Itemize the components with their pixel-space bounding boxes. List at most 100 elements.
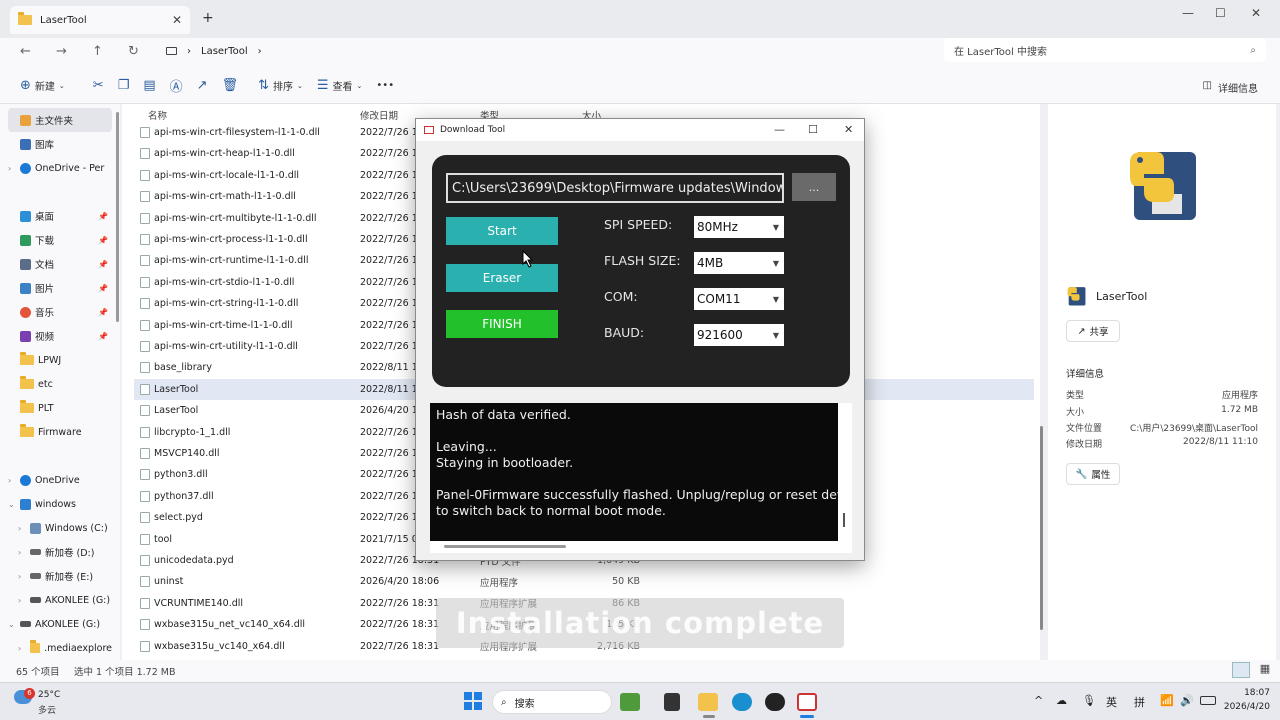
log-vertical-scrollbar[interactable] <box>838 403 852 553</box>
sidebar-item-drive-e[interactable]: › 新加卷 (E:) <box>8 564 112 588</box>
chevron-right-icon[interactable]: › <box>18 572 26 581</box>
sidebar-item-windows[interactable]: ⌄ windows <box>8 492 112 516</box>
spi-speed-select[interactable]: 80MHz ▼ <box>694 216 784 238</box>
breadcrumb-item[interactable]: LaserTool <box>201 46 248 57</box>
rename-button[interactable]: Ⓐ <box>170 76 183 95</box>
column-header-name[interactable]: 名称 <box>148 108 167 122</box>
firmware-path-input[interactable]: C:\Users\23699\Desktop\Firmware updates\… <box>446 173 784 203</box>
view-button[interactable]: ☰ 查看 ⌄ <box>317 78 363 93</box>
wifi-icon[interactable]: 📶 <box>1160 694 1174 707</box>
chevron-down-icon[interactable]: ⌄ <box>8 620 16 629</box>
browse-button[interactable]: ... <box>792 173 836 201</box>
new-button[interactable]: ⊕ 新建 ⌄ <box>20 78 65 93</box>
sidebar-item-documents[interactable]: 文档 📌 <box>8 252 112 276</box>
cloud-tray-icon[interactable]: ☁ <box>1056 694 1067 707</box>
chevron-right-icon[interactable]: › <box>18 644 26 653</box>
table-row[interactable]: uninst 2026/4/20 18:06 应用程序 50 KB <box>134 571 1034 592</box>
download-tool-taskbar-icon[interactable] <box>797 693 817 711</box>
chevron-down-icon[interactable]: ⌄ <box>8 500 16 509</box>
ime-mode[interactable]: 拼 <box>1134 694 1145 710</box>
speaker-icon[interactable]: 🔊 <box>1180 694 1194 707</box>
breadcrumb-separator-icon: › <box>257 45 262 57</box>
properties-button[interactable]: 🔧 属性 <box>1066 463 1120 485</box>
file-list-scrollbar[interactable] <box>1040 426 1043 630</box>
clock-time[interactable]: 18:07 <box>1234 688 1270 698</box>
flash-size-select[interactable]: 4MB ▼ <box>694 252 784 274</box>
new-tab-button[interactable]: + <box>202 10 214 26</box>
sidebar-item-onedrive-personal[interactable]: › OneDrive - Per <box>8 156 112 180</box>
sidebar-item-gallery[interactable]: 图库 <box>8 132 112 156</box>
sidebar-item-akonlee[interactable]: ⌄ AKONLEE (G:) <box>8 612 112 636</box>
more-button[interactable]: ••• <box>376 80 394 91</box>
details-share-button[interactable]: ↗ 共享 <box>1066 320 1120 342</box>
dialog-titlebar[interactable]: Download Tool — ☐ ✕ <box>416 119 864 141</box>
sidebar-item-plt[interactable]: PLT <box>8 396 112 420</box>
sidebar-item-firmware[interactable]: Firmware <box>8 420 112 444</box>
minimize-button[interactable]: — <box>1182 6 1194 20</box>
microphone-icon[interactable]: 🎙 <box>1082 694 1096 707</box>
clock-date[interactable]: 2026/4/20 <box>1220 702 1270 712</box>
log-output[interactable]: Hash of data verified. Leaving... Stayin… <box>430 403 862 541</box>
column-header-date[interactable]: 修改日期 <box>360 108 398 122</box>
file-explorer-icon[interactable] <box>698 693 718 711</box>
dialog-close-button[interactable]: ✕ <box>844 123 853 136</box>
forward-arrow-icon[interactable]: → <box>56 44 67 59</box>
taskbar-search[interactable]: ⌕ 搜索 <box>492 690 612 714</box>
copy-button[interactable]: ❐ <box>118 78 130 93</box>
details-value: 1.72 MB <box>1221 405 1258 415</box>
start-button[interactable]: Start <box>446 217 558 245</box>
log-horizontal-scrollbar[interactable] <box>430 541 838 553</box>
app-icon-dark[interactable] <box>765 693 785 711</box>
tiles-view-icon[interactable]: ▦ <box>1256 662 1274 678</box>
sidebar-item-home[interactable]: 主文件夹 <box>8 108 112 132</box>
breadcrumb[interactable]: › LaserTool › <box>160 38 933 64</box>
sidebar-scrollbar[interactable] <box>116 112 119 322</box>
chevron-right-icon[interactable]: › <box>8 476 16 485</box>
com-select[interactable]: COM11 ▼ <box>694 288 784 310</box>
sidebar-item-music[interactable]: 音乐 📌 <box>8 300 112 324</box>
sidebar-item-onedrive[interactable]: › OneDrive <box>8 468 112 492</box>
details-toggle-button[interactable]: ◫ 详细信息 <box>1203 80 1258 95</box>
details-view-icon[interactable] <box>1232 662 1250 678</box>
dialog-minimize-button[interactable]: — <box>774 123 785 136</box>
start-icon[interactable] <box>464 692 482 710</box>
eraser-button[interactable]: Eraser <box>446 264 558 292</box>
sidebar-item-drive-g[interactable]: › AKONLEE (G:) <box>8 588 112 612</box>
chevron-right-icon[interactable]: › <box>18 596 26 605</box>
close-button[interactable]: ✕ <box>1251 6 1261 20</box>
app-icon-leaf[interactable] <box>620 693 640 711</box>
sidebar-item-lpwj[interactable]: LPWJ <box>8 348 112 372</box>
tab-close-button[interactable]: ✕ <box>172 13 182 27</box>
sidebar-item-drive-c[interactable]: › Windows (C:) <box>8 516 112 540</box>
up-arrow-icon[interactable]: ↑ <box>92 44 103 59</box>
sidebar-item-videos[interactable]: 视频 📌 <box>8 324 112 348</box>
app-icon-terminal[interactable] <box>664 693 680 711</box>
cut-button[interactable]: ✂ <box>93 78 104 93</box>
sidebar-item-desktop[interactable]: 桌面 📌 <box>8 204 112 228</box>
back-arrow-icon[interactable]: ← <box>20 44 31 59</box>
chevron-right-icon[interactable]: › <box>18 548 26 557</box>
dialog-maximize-button[interactable]: ☐ <box>808 123 818 136</box>
sort-button[interactable]: ⇅ 排序 ⌄ <box>258 78 303 93</box>
chevron-up-icon[interactable]: ^ <box>1034 694 1043 707</box>
baud-select[interactable]: 921600 ▼ <box>694 324 784 346</box>
sidebar-item-downloads[interactable]: 下载 📌 <box>8 228 112 252</box>
chevron-right-icon[interactable]: › <box>18 524 26 533</box>
maximize-button[interactable]: ☐ <box>1215 6 1226 20</box>
share-button[interactable]: ↗ <box>197 78 208 93</box>
paste-button[interactable]: ▤ <box>143 78 155 93</box>
sidebar-item-drive-d[interactable]: › 新加卷 (D:) <box>8 540 112 564</box>
ime-language[interactable]: 英 <box>1106 694 1117 710</box>
edge-icon[interactable] <box>732 693 752 711</box>
delete-button[interactable]: 🗑 <box>222 78 239 93</box>
finish-button[interactable]: FINISH <box>446 310 558 338</box>
sidebar-item-etc[interactable]: etc <box>8 372 112 396</box>
tab-lasertool[interactable]: LaserTool ✕ <box>10 6 190 34</box>
battery-icon[interactable] <box>1200 696 1216 705</box>
refresh-icon[interactable]: ↻ <box>128 44 139 59</box>
installation-complete-toast: Installation complete <box>436 598 844 648</box>
sidebar-item-mediaexplorer[interactable]: › .mediaexplore <box>8 636 112 660</box>
chevron-right-icon[interactable]: › <box>8 164 16 173</box>
sidebar-item-pictures[interactable]: 图片 📌 <box>8 276 112 300</box>
search-input[interactable]: 在 LaserTool 中搜索 ⌕ <box>944 38 1266 62</box>
